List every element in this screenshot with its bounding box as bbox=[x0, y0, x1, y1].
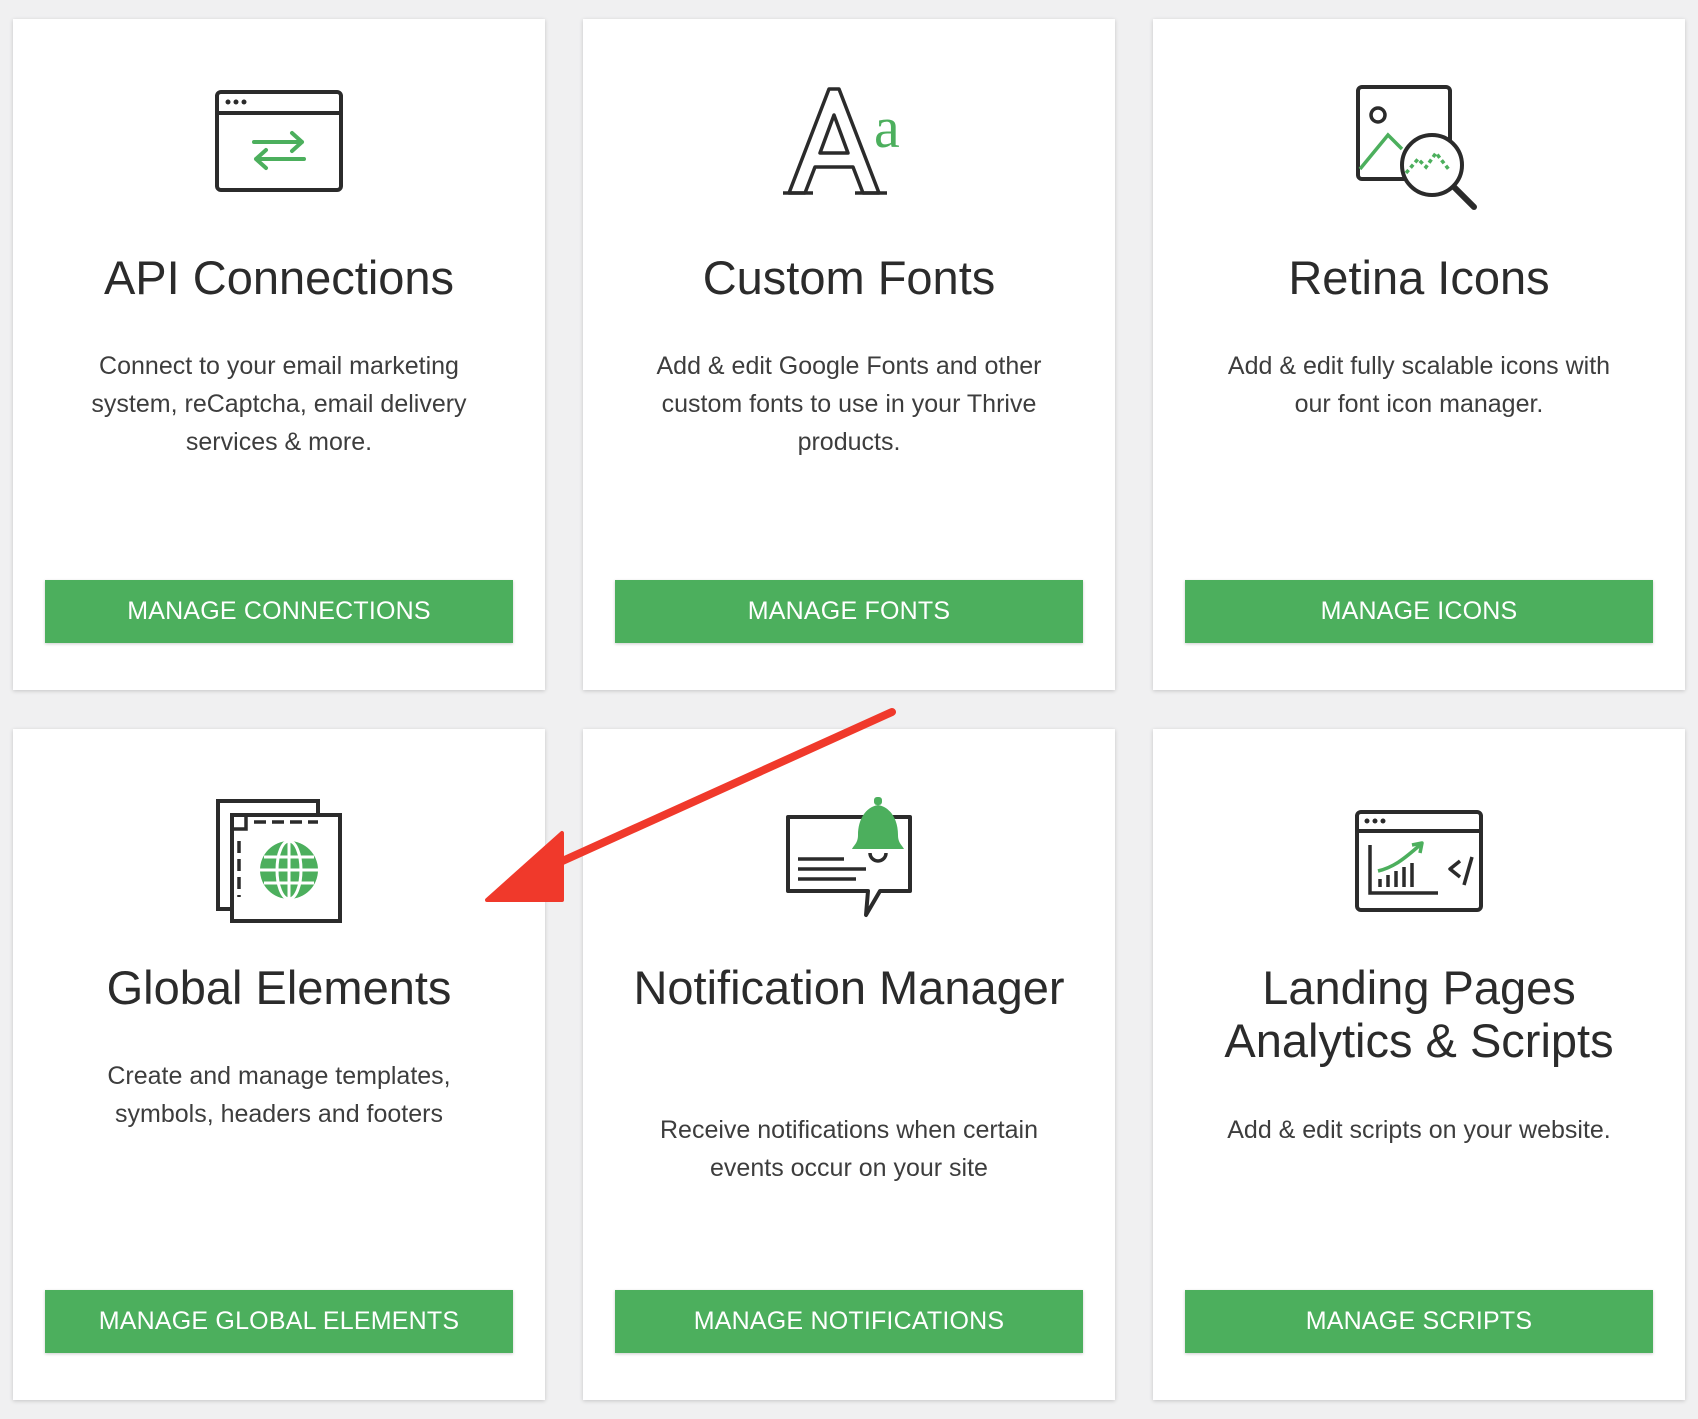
api-window-arrows-icon bbox=[215, 90, 343, 192]
card-description: Receive notifications when certain event… bbox=[660, 1116, 1038, 1182]
manage-scripts-button[interactable]: MANAGE SCRIPTS bbox=[1185, 1290, 1653, 1353]
card-title: Custom Fonts bbox=[702, 251, 996, 304]
card-description: Add & edit Google Fonts and other custom… bbox=[656, 352, 1042, 456]
manage-icons-button[interactable]: MANAGE ICONS bbox=[1185, 580, 1653, 643]
analytics-code-icon bbox=[1355, 810, 1483, 912]
manage-connections-button[interactable]: MANAGE CONNECTIONS bbox=[45, 580, 513, 643]
card-notification-manager: Notification Manager Receive notificatio… bbox=[583, 729, 1115, 1400]
card-title: Retina Icons bbox=[1288, 251, 1550, 304]
manage-notifications-button[interactable]: MANAGE NOTIFICATIONS bbox=[615, 1290, 1083, 1353]
image-magnifier-icon bbox=[1356, 85, 1477, 210]
card-title: Global Elements bbox=[106, 961, 452, 1014]
card-description: Add & edit fully scalable icons with our… bbox=[1227, 352, 1611, 418]
manage-fonts-button[interactable]: MANAGE FONTS bbox=[615, 580, 1083, 643]
dashboard-card-grid: API Connections Connect to your email ma… bbox=[13, 19, 1685, 1400]
svg-text:a: a bbox=[874, 95, 900, 160]
font-aa-icon: a bbox=[783, 87, 900, 195]
notification-bell-icon bbox=[785, 797, 912, 917]
card-description: Add & edit scripts on your website. bbox=[1227, 1116, 1611, 1144]
card-custom-fonts: a Custom Fonts Add & edit Google Fonts a… bbox=[583, 19, 1115, 690]
card-title: API Connections bbox=[103, 251, 455, 304]
card-description: Connect to your email marketing system, … bbox=[91, 352, 467, 456]
card-api-connections: API Connections Connect to your email ma… bbox=[13, 19, 545, 690]
card-retina-icons: Retina Icons Add & edit fully scalable i… bbox=[1153, 19, 1685, 690]
card-title: Landing Pages Analytics & Scripts bbox=[1224, 961, 1614, 1067]
card-title: Notification Manager bbox=[633, 961, 1065, 1014]
card-description: Create and manage templates, symbols, he… bbox=[107, 1062, 451, 1128]
card-landing-pages-analytics: Landing Pages Analytics & Scripts Add & … bbox=[1153, 729, 1685, 1400]
manage-global-elements-button[interactable]: MANAGE GLOBAL ELEMENTS bbox=[45, 1290, 513, 1353]
card-global-elements: Global Elements Create and manage templa… bbox=[13, 729, 545, 1400]
global-window-icon bbox=[216, 799, 342, 923]
